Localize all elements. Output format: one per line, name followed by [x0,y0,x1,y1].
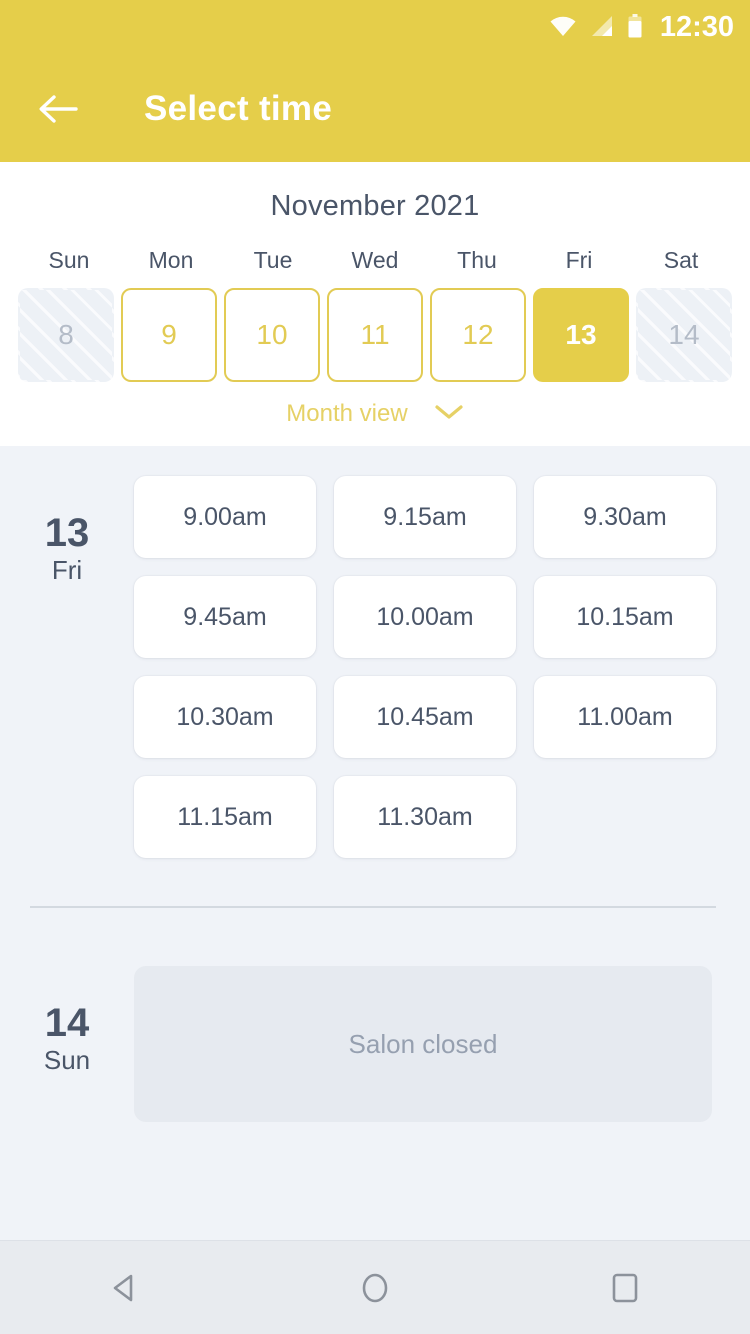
chevron-down-icon [434,403,464,426]
month-view-toggle[interactable]: Month view [0,400,750,428]
weekday-tue: Tue [253,247,293,273]
day-label-13: 13 Fri [0,476,134,588]
calendar-day-row: 8 9 10 11 12 13 14 [0,288,750,382]
day-label-weekday: Fri [51,555,83,585]
calendar-day-11[interactable]: 11 [327,288,423,382]
time-slot-chip[interactable]: 10.00am [334,576,516,658]
calendar-day-12[interactable]: 12 [430,288,526,382]
weekday-mon: Mon [148,247,194,273]
weekday-thu: Thu [457,247,497,273]
calendar-panel: November 2021 Sun Mon Tue Wed Thu Fri Sa… [0,162,750,446]
day-section-13: 13 Fri 9.00am 9.15am 9.30am 9.45am 10.00… [0,476,750,858]
time-slot-chip[interactable]: 9.45am [134,576,316,658]
status-bar-clock: 12:30 [659,10,734,43]
wifi-icon [550,16,576,41]
calendar-day-14: 14 [636,288,732,382]
month-view-label: Month view [286,400,408,427]
weekday-fri: Fri [565,247,593,273]
page-title: Select time [144,89,333,128]
time-slot-chip[interactable]: 11.15am [134,776,316,858]
back-arrow-icon[interactable] [36,87,80,131]
calendar-day-9[interactable]: 9 [121,288,217,382]
calendar-month-label: November 2021 [270,190,480,222]
section-divider [30,906,716,908]
day-label-number: 13 [44,511,90,555]
day-section-14: 14 Sun Salon closed [0,966,750,1122]
day-label-14: 14 Sun [0,966,134,1078]
time-slot-chip[interactable]: 10.15am [534,576,716,658]
android-nav-bar [0,1240,750,1334]
time-slot-chip[interactable]: 11.30am [334,776,516,858]
calendar-day-8: 8 [18,288,114,382]
salon-closed-banner: Salon closed [134,966,712,1122]
calendar-day-13[interactable]: 13 [533,288,629,382]
slot-grid-13: 9.00am 9.15am 9.30am 9.45am 10.00am 10.1… [134,476,750,858]
status-bar: 12:30 [0,0,750,56]
app-bar: Select time [0,56,750,162]
time-slots-area: 13 Fri 9.00am 9.15am 9.30am 9.45am 10.00… [0,446,750,1198]
day-label-number: 14 [44,1001,90,1045]
weekday-sun: Sun [48,247,90,273]
time-slot-chip[interactable]: 10.30am [134,676,316,758]
calendar-weekday-row: Sun Mon Tue Wed Thu Fri Sat [0,247,750,274]
time-slot-chip[interactable]: 10.45am [334,676,516,758]
day-label-weekday: Sun [43,1045,91,1075]
time-slot-chip[interactable]: 9.30am [534,476,716,558]
nav-back-icon[interactable] [80,1243,170,1333]
time-slot-chip[interactable]: 9.00am [134,476,316,558]
cellular-signal-icon [590,15,614,42]
weekday-wed: Wed [351,247,399,273]
calendar-day-10[interactable]: 10 [224,288,320,382]
nav-recents-icon[interactable] [580,1243,670,1333]
nav-home-icon[interactable] [330,1243,420,1333]
weekday-sat: Sat [663,247,699,273]
time-slot-chip[interactable]: 11.00am [534,676,716,758]
time-slot-chip[interactable]: 9.15am [334,476,516,558]
battery-icon [628,13,642,43]
